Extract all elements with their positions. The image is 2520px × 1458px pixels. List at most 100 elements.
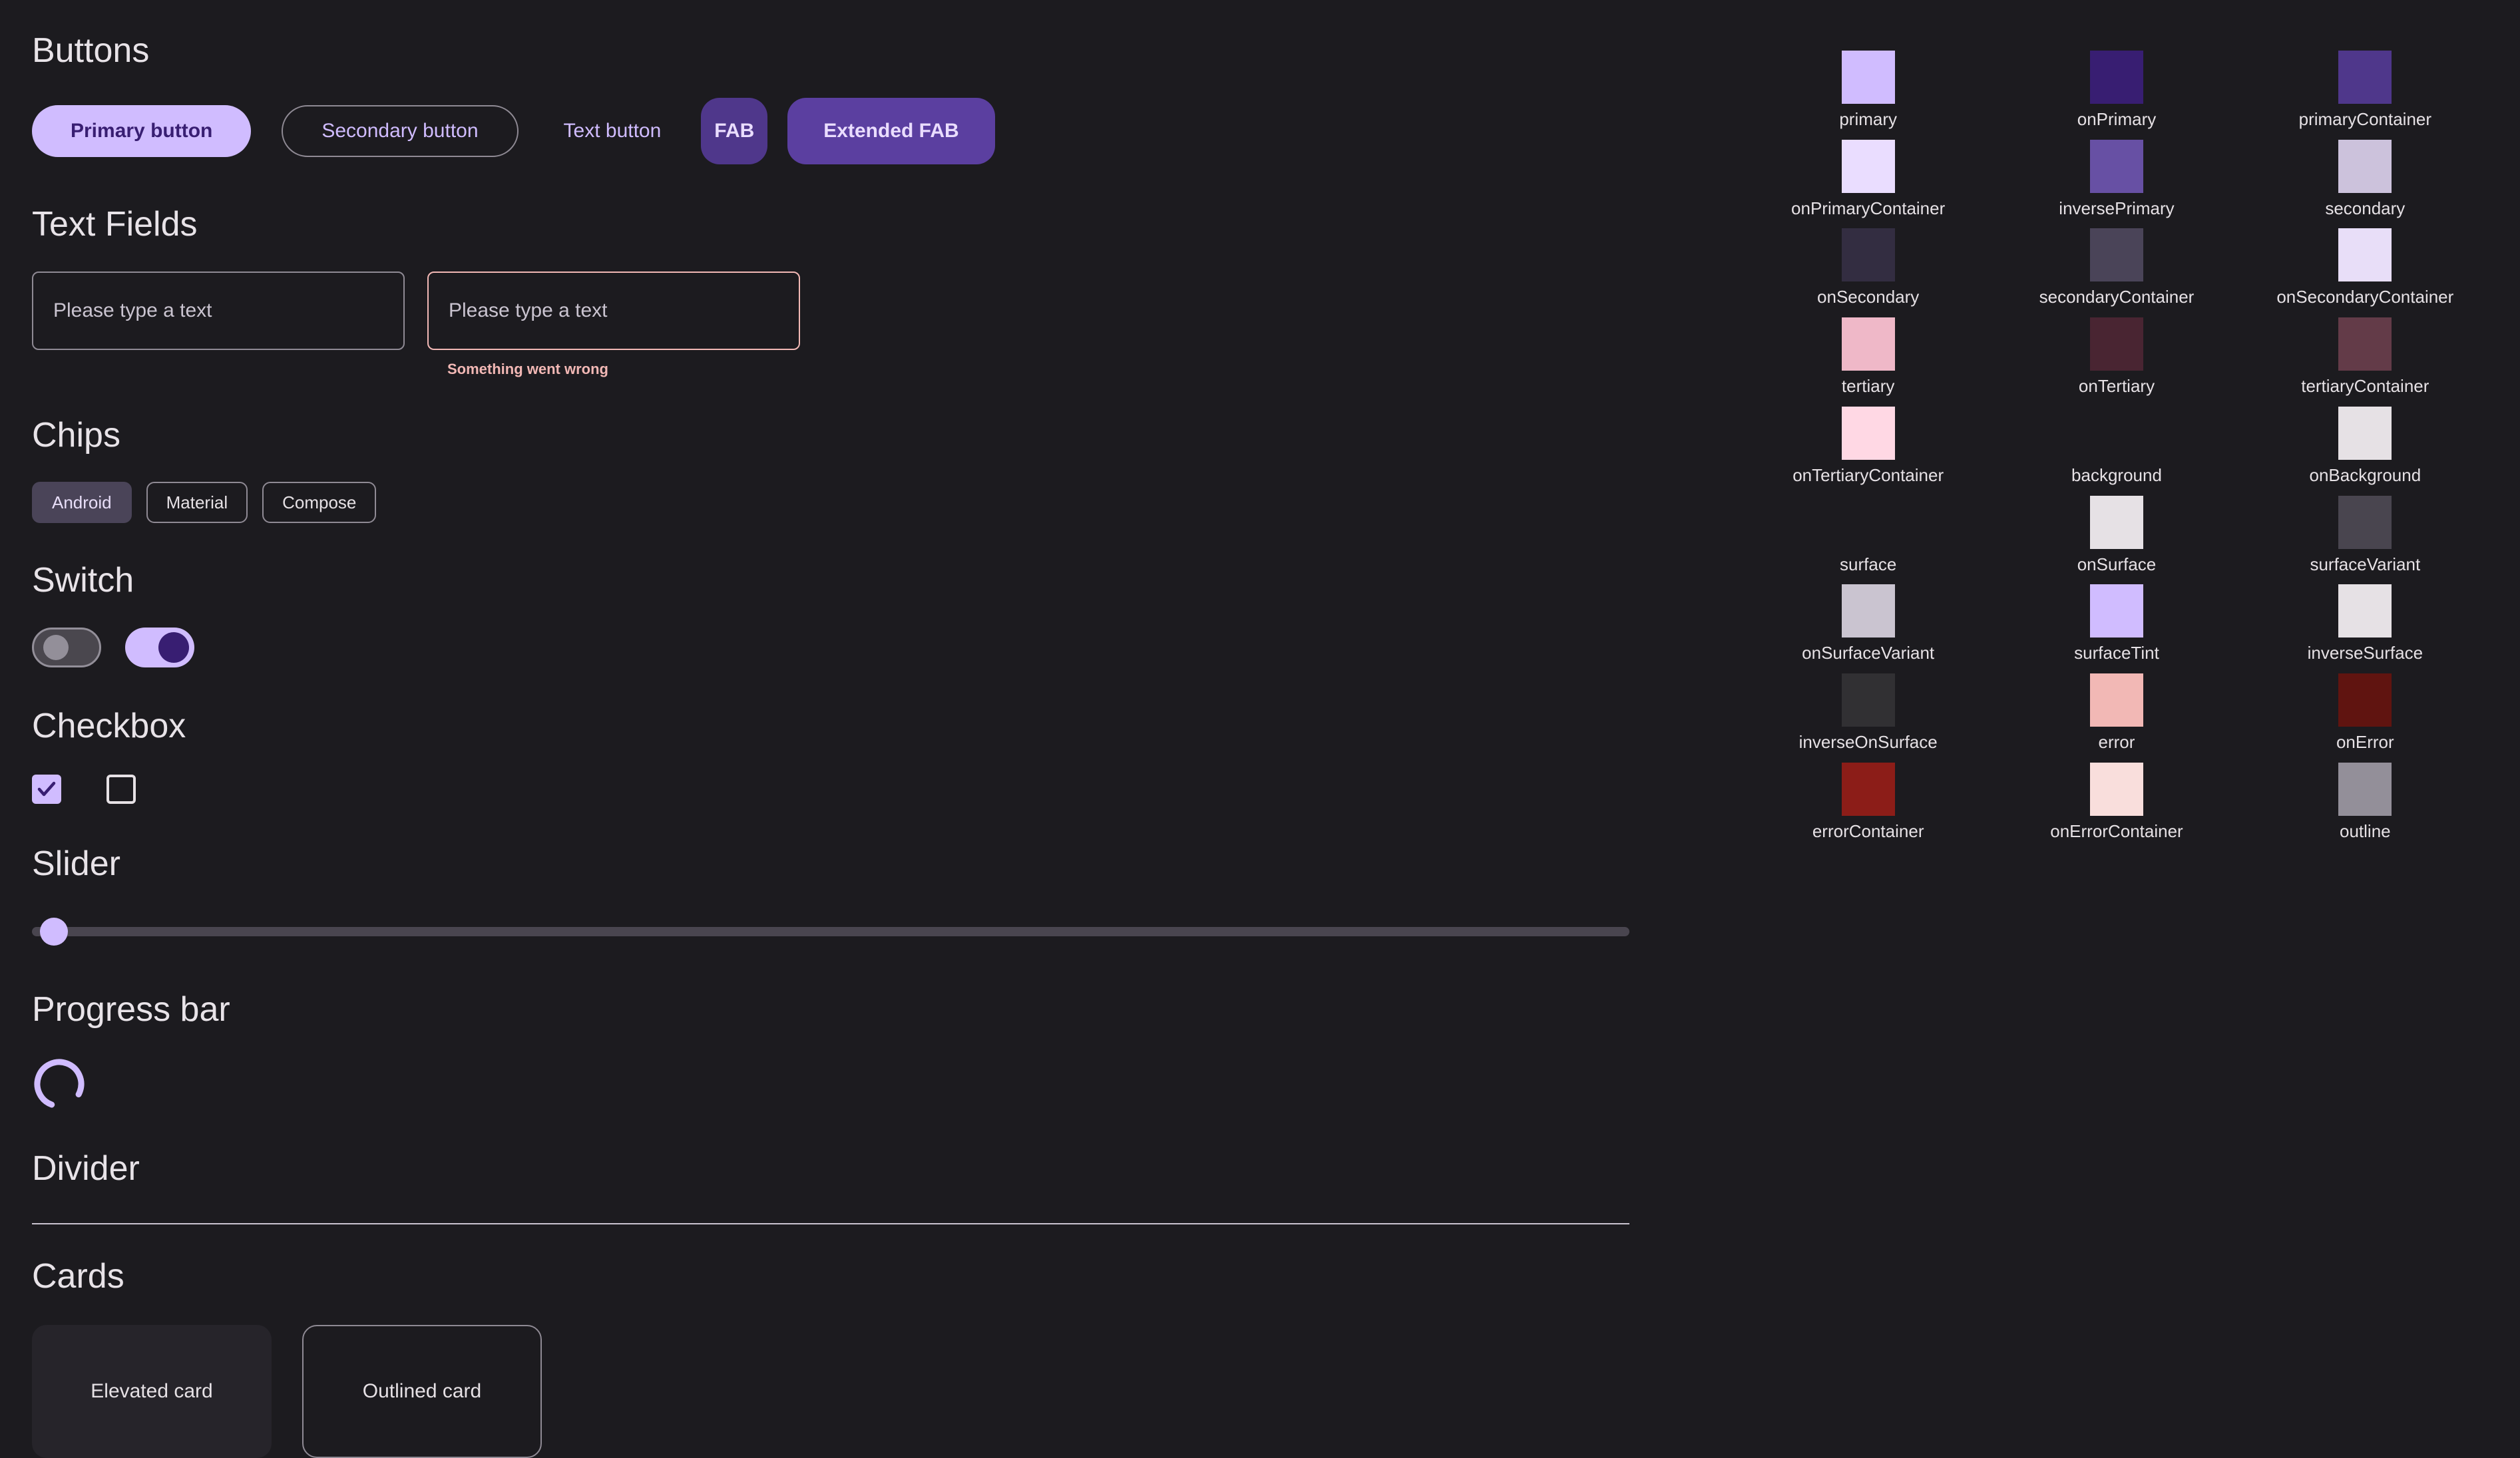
color-swatch-box — [1842, 228, 1895, 281]
color-swatch-label: primary — [1839, 109, 1897, 130]
text-field-input[interactable] — [32, 272, 405, 350]
text-button[interactable]: Text button — [544, 105, 682, 157]
slider-heading: Slider — [32, 845, 1677, 883]
outlined-card[interactable]: Outlined card — [302, 1325, 542, 1458]
color-swatch-label: inverseOnSurface — [1799, 732, 1938, 753]
color-swatch-label: errorContainer — [1812, 821, 1924, 842]
color-swatch-box — [2090, 763, 2143, 816]
color-swatch-label: onTertiary — [2079, 376, 2155, 397]
color-swatch-label: background — [2071, 465, 2162, 486]
color-swatch-box — [2090, 496, 2143, 549]
check-icon — [36, 779, 57, 800]
color-swatch-box — [2338, 228, 2392, 281]
color-swatch-box — [1842, 496, 1895, 549]
color-swatch-cell: background — [1992, 407, 2240, 486]
switch-thumb-off — [43, 635, 69, 660]
color-swatch-cell: inverseOnSurface — [1744, 673, 1992, 753]
text-field-error-input[interactable] — [427, 272, 800, 350]
color-swatch-label: tertiary — [1842, 376, 1894, 397]
color-swatch-label: surfaceTint — [2074, 643, 2159, 664]
color-swatch-cell: surfaceTint — [1992, 584, 2240, 664]
color-swatch-label: inverseSurface — [2308, 643, 2423, 664]
primary-button[interactable]: Primary button — [32, 105, 251, 157]
color-swatch-label: onSecondaryContainer — [2276, 287, 2453, 308]
color-swatch-box — [1842, 140, 1895, 193]
buttons-heading: Buttons — [32, 32, 1677, 70]
chip-android[interactable]: Android — [32, 482, 132, 523]
switch-heading: Switch — [32, 562, 1677, 600]
switch-on[interactable] — [125, 628, 194, 667]
switch-off[interactable] — [32, 628, 101, 667]
color-swatch-cell: primary — [1744, 51, 1992, 130]
text-field-error-wrapper: Something went wrong — [427, 272, 800, 378]
slider-thumb[interactable] — [40, 918, 68, 946]
color-swatch-label: onErrorContainer — [2050, 821, 2183, 842]
color-palette-grid: primary onPrimary primaryContainer onPrimar… — [1744, 51, 2489, 842]
color-swatch-cell: error — [1992, 673, 2240, 753]
color-swatch-box — [2090, 228, 2143, 281]
color-swatch-box — [2090, 140, 2143, 193]
switch-thumb-on — [158, 632, 189, 663]
checkbox-heading: Checkbox — [32, 707, 1677, 745]
color-swatch-label: error — [2099, 732, 2135, 753]
color-swatch-box — [2090, 317, 2143, 371]
color-swatch-label: onPrimary — [2077, 109, 2156, 130]
fab-button[interactable]: FAB — [701, 98, 767, 164]
color-swatch-cell: onSecondaryContainer — [2241, 228, 2489, 308]
color-swatch-cell: tertiary — [1744, 317, 1992, 397]
color-swatch-box — [2338, 407, 2392, 460]
buttons-row: Primary button Secondary button Text but… — [32, 98, 1677, 164]
elevated-card[interactable]: Elevated card — [32, 1325, 272, 1458]
cards-heading: Cards — [32, 1258, 1677, 1296]
cards-row: Elevated card Outlined card — [32, 1325, 1677, 1458]
component-showcase-column: Buttons Primary button Secondary button … — [0, 0, 1677, 1380]
color-swatch-cell: onSecondary — [1744, 228, 1992, 308]
color-swatch-box — [1842, 51, 1895, 104]
color-swatch-box — [2338, 673, 2392, 727]
color-swatch-label: secondaryContainer — [2039, 287, 2195, 308]
color-swatch-label: onSurfaceVariant — [1802, 643, 1934, 664]
color-swatch-label: onSecondary — [1817, 287, 1919, 308]
color-swatch-box — [2090, 584, 2143, 638]
elevated-card-label: Elevated card — [91, 1380, 212, 1403]
color-swatch-cell: outline — [2241, 763, 2489, 842]
progress-row — [32, 1057, 1677, 1111]
color-swatch-box — [2338, 584, 2392, 638]
color-swatch-label: onSurface — [2077, 554, 2157, 576]
color-swatch-cell: onTertiaryContainer — [1744, 407, 1992, 486]
text-fields-row: Something went wrong — [32, 272, 1677, 378]
color-swatch-cell: secondary — [2241, 140, 2489, 220]
color-swatch-box — [2338, 763, 2392, 816]
color-swatch-box — [2338, 51, 2392, 104]
slider-track[interactable] — [32, 927, 1629, 936]
color-swatch-cell: surfaceVariant — [2241, 496, 2489, 576]
chip-compose[interactable]: Compose — [262, 482, 376, 523]
text-field-normal-wrapper — [32, 272, 405, 350]
color-swatch-box — [2338, 496, 2392, 549]
color-swatch-label: onError — [2336, 732, 2394, 753]
color-swatch-label: onBackground — [2309, 465, 2421, 486]
color-swatch-label: surface — [1840, 554, 1896, 576]
color-swatch-label: onPrimaryContainer — [1791, 198, 1945, 220]
checkbox-checked[interactable] — [32, 775, 61, 804]
color-swatch-cell: inversePrimary — [1992, 140, 2240, 220]
color-swatch-cell: onErrorContainer — [1992, 763, 2240, 842]
chip-material[interactable]: Material — [146, 482, 248, 523]
color-swatch-box — [1842, 407, 1895, 460]
color-swatch-label: primaryContainer — [2299, 109, 2431, 130]
color-swatch-cell: onError — [2241, 673, 2489, 753]
divider-heading: Divider — [32, 1150, 1677, 1188]
color-swatch-cell: surface — [1744, 496, 1992, 576]
checkbox-unchecked[interactable] — [106, 775, 136, 804]
color-swatch-cell: onPrimaryContainer — [1744, 140, 1992, 220]
color-swatch-box — [2090, 407, 2143, 460]
color-swatch-cell: onPrimary — [1992, 51, 2240, 130]
color-swatch-box — [2090, 673, 2143, 727]
outlined-card-label: Outlined card — [363, 1380, 481, 1403]
extended-fab-button[interactable]: Extended FAB — [787, 98, 994, 164]
slider[interactable] — [32, 914, 1629, 950]
secondary-button[interactable]: Secondary button — [282, 105, 518, 157]
progress-bar-heading: Progress bar — [32, 991, 1677, 1029]
color-swatch-cell: onBackground — [2241, 407, 2489, 486]
color-swatch-box — [1842, 584, 1895, 638]
